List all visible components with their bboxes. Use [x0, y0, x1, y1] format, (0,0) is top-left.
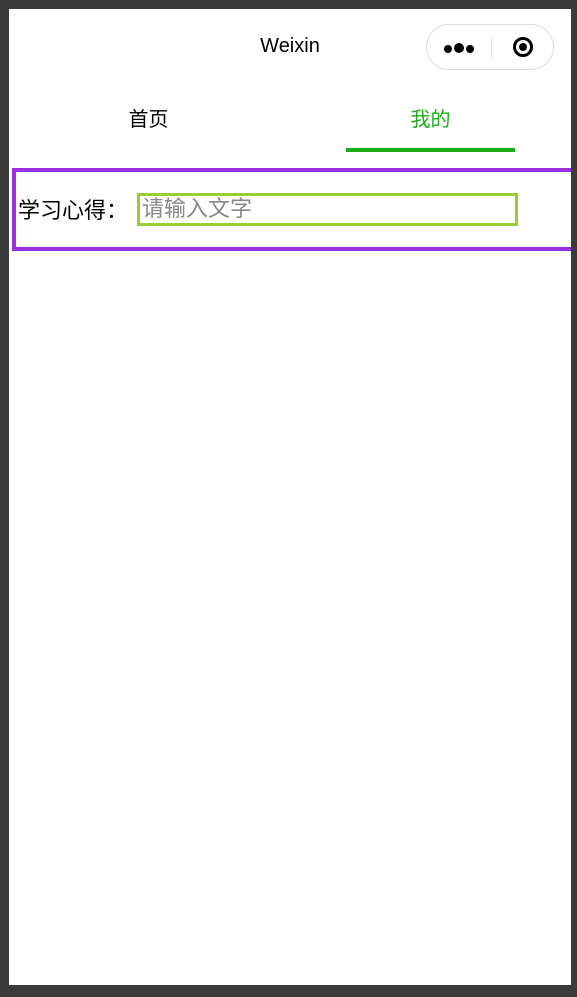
- target-icon: [513, 37, 533, 57]
- tab-mine-label: 我的: [410, 107, 451, 131]
- tab-home-label: 首页: [128, 107, 169, 131]
- phone-screen: Weixin 首页 我的 学习心得：: [9, 9, 571, 985]
- study-notes-input[interactable]: [137, 193, 518, 226]
- capsule-menu: [426, 24, 554, 70]
- study-notes-row: 学习心得：: [12, 168, 571, 251]
- more-button[interactable]: [427, 25, 491, 69]
- tab-home[interactable]: 首页: [9, 89, 290, 155]
- active-tab-indicator: [346, 148, 515, 152]
- tab-mine[interactable]: 我的: [290, 89, 571, 155]
- navigation-bar: Weixin: [9, 9, 571, 89]
- tab-bar: 首页 我的: [9, 89, 571, 155]
- more-dots-icon: [443, 38, 475, 57]
- close-button[interactable]: [492, 25, 554, 69]
- study-notes-label: 学习心得：: [18, 199, 129, 224]
